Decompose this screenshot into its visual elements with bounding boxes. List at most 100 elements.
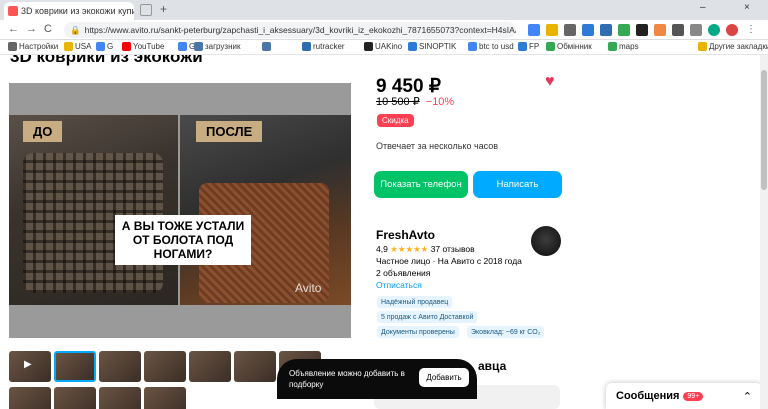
bookmark-item[interactable]: Обмінник <box>546 42 592 51</box>
bookmark-item[interactable]: G <box>96 42 113 51</box>
bookmark-icon <box>8 42 17 51</box>
bookmark-item[interactable]: загрузник <box>194 42 240 51</box>
old-price-value: 10 500 ₽ <box>376 96 420 108</box>
page-title: 3D коврики из экокожи <box>10 55 203 66</box>
seller-type: Частное лицо · На Авито с 2018 года <box>376 256 522 266</box>
bookmark-label: YouTube <box>133 42 165 51</box>
old-price: 10 500 ₽ −10% <box>376 95 454 108</box>
bookmark-label: Другие закладки <box>709 42 768 51</box>
bookmark-icon <box>194 42 203 51</box>
seller-chip: Эковклад: ~69 кг CO₂ <box>467 326 545 338</box>
thumbnail[interactable] <box>54 387 96 409</box>
bookmark-label: загрузник <box>205 42 241 51</box>
bookmark-item[interactable]: FP <box>518 42 539 51</box>
url-text: https://www.avito.ru/sankt-peterburg/zap… <box>84 25 516 35</box>
write-button[interactable]: Написать <box>473 171 562 198</box>
bookmark-label: UAKino <box>375 42 403 51</box>
minimize-button[interactable]: – <box>700 2 706 13</box>
listing-page: 3D коврики из экокожи ДО ПОСЛЕ А ВЫ ТОЖЕ… <box>0 55 768 409</box>
star-icon[interactable] <box>546 24 558 36</box>
seller-avatar[interactable] <box>531 226 561 256</box>
thumbnail[interactable] <box>234 351 276 382</box>
unsubscribe-link[interactable]: Отписаться <box>376 280 422 290</box>
seller-name[interactable]: FreshAvto <box>376 228 435 242</box>
messages-widget[interactable]: Сообщения 99+ ⌃ <box>606 383 762 409</box>
forward-button[interactable]: → <box>26 23 37 35</box>
bookmark-icon <box>518 42 527 51</box>
browser-toolbar: ← → C 🔒 https://www.avito.ru/sankt-peter… <box>0 20 768 40</box>
thumbnail-selected[interactable] <box>54 351 96 382</box>
address-bar[interactable]: 🔒 https://www.avito.ru/sankt-peterburg/z… <box>64 22 516 38</box>
extension-icon[interactable] <box>528 24 540 36</box>
reload-button[interactable]: C <box>44 23 52 35</box>
favorite-heart-icon[interactable]: ♥ <box>545 73 555 91</box>
second-tab-icon[interactable] <box>140 4 152 16</box>
tab-strip: 3D коврики из экокожи купить в × + – × <box>0 0 768 20</box>
extension-icon[interactable] <box>708 24 720 36</box>
bookmark-item[interactable]: Другие закладки <box>698 42 768 51</box>
lock-icon: 🔒 <box>70 24 81 35</box>
discount-percent: −10% <box>425 96 455 108</box>
bookmark-label: G <box>107 42 114 51</box>
extension-icon[interactable] <box>654 24 666 36</box>
bookmark-icon <box>546 42 555 51</box>
thumbnail[interactable] <box>144 387 186 409</box>
bookmark-label: FP <box>529 42 540 51</box>
toast-add-button[interactable]: Добавить <box>419 368 469 387</box>
thumbnail[interactable]: ▶ <box>9 351 51 382</box>
bookmark-label: btc to usd <box>479 42 514 51</box>
bookmark-item[interactable]: btc to usd <box>468 42 514 51</box>
reviews-link[interactable]: 37 отзывов <box>431 244 475 254</box>
bookmark-item[interactable]: G <box>178 42 195 51</box>
avito-watermark: Avito <box>295 281 322 295</box>
extension-icon[interactable] <box>582 24 594 36</box>
main-photo[interactable]: ДО ПОСЛЕ А ВЫ ТОЖЕ УСТАЛИ ОТ БОЛОТА ПОД … <box>9 83 351 338</box>
seller-ads-count[interactable]: 2 объявления <box>376 268 430 278</box>
thumbnail[interactable] <box>144 351 186 382</box>
menu-icon[interactable]: ⋮ <box>746 24 756 36</box>
thumbnail[interactable] <box>9 387 51 409</box>
seller-chip: 5 продаж с Авито Доставкой <box>377 311 478 323</box>
extension-icon[interactable] <box>636 24 648 36</box>
avito-favicon-icon <box>8 6 18 16</box>
messages-count-badge: 99+ <box>683 391 704 401</box>
seller-chip: Документы проверены <box>377 326 459 338</box>
thumbnail[interactable] <box>99 387 141 409</box>
toast-text: Объявление можно добавить в подборку <box>289 369 405 389</box>
thumbnail[interactable] <box>189 351 231 382</box>
tab-title: 3D коврики из экокожи купить в <box>21 6 134 16</box>
window-close-button[interactable]: × <box>744 2 750 13</box>
bookmark-item[interactable]: SINOPTIK <box>408 42 456 51</box>
seller-chip: Надёжный продавец <box>377 296 453 308</box>
bookmark-item[interactable]: USA <box>64 42 91 51</box>
extension-icon[interactable] <box>618 24 630 36</box>
response-time: Отвечает за несколько часов <box>376 141 499 151</box>
new-tab-button[interactable]: + <box>160 2 167 16</box>
seller-rating[interactable]: 4,9 ★★★★★ 37 отзывов <box>376 244 475 255</box>
bookmark-item[interactable]: rutracker <box>302 42 345 51</box>
browser-tab[interactable]: 3D коврики из экокожи купить в × <box>4 2 134 20</box>
thumbnail[interactable] <box>99 351 141 382</box>
show-phone-button[interactable]: Показать телефон <box>374 171 468 198</box>
bookmark-label: Обмінник <box>557 42 592 51</box>
bookmark-icon <box>408 42 417 51</box>
extension-icon[interactable] <box>564 24 576 36</box>
bookmark-item[interactable]: Настройки <box>8 42 58 51</box>
extension-icon[interactable] <box>600 24 612 36</box>
bookmark-item[interactable]: YouTube <box>122 42 164 51</box>
scrollbar-thumb[interactable] <box>761 70 767 190</box>
bookmark-item[interactable]: maps <box>608 42 639 51</box>
bookmark-label: SINOPTIK <box>419 42 457 51</box>
bookmark-icon <box>178 42 187 51</box>
bookmark-item[interactable] <box>262 42 273 51</box>
puzzle-icon[interactable] <box>690 24 702 36</box>
bookmark-icon <box>64 42 73 51</box>
bookmark-label: Настройки <box>19 42 59 51</box>
extension-icon[interactable] <box>672 24 684 36</box>
messages-label: Сообщения <box>616 390 680 402</box>
bookmark-item[interactable]: UAKino <box>364 42 402 51</box>
back-button[interactable]: ← <box>8 23 19 35</box>
bookmark-icon <box>122 42 131 51</box>
chevron-up-icon[interactable]: ⌃ <box>743 390 752 403</box>
profile-avatar[interactable] <box>726 24 738 36</box>
